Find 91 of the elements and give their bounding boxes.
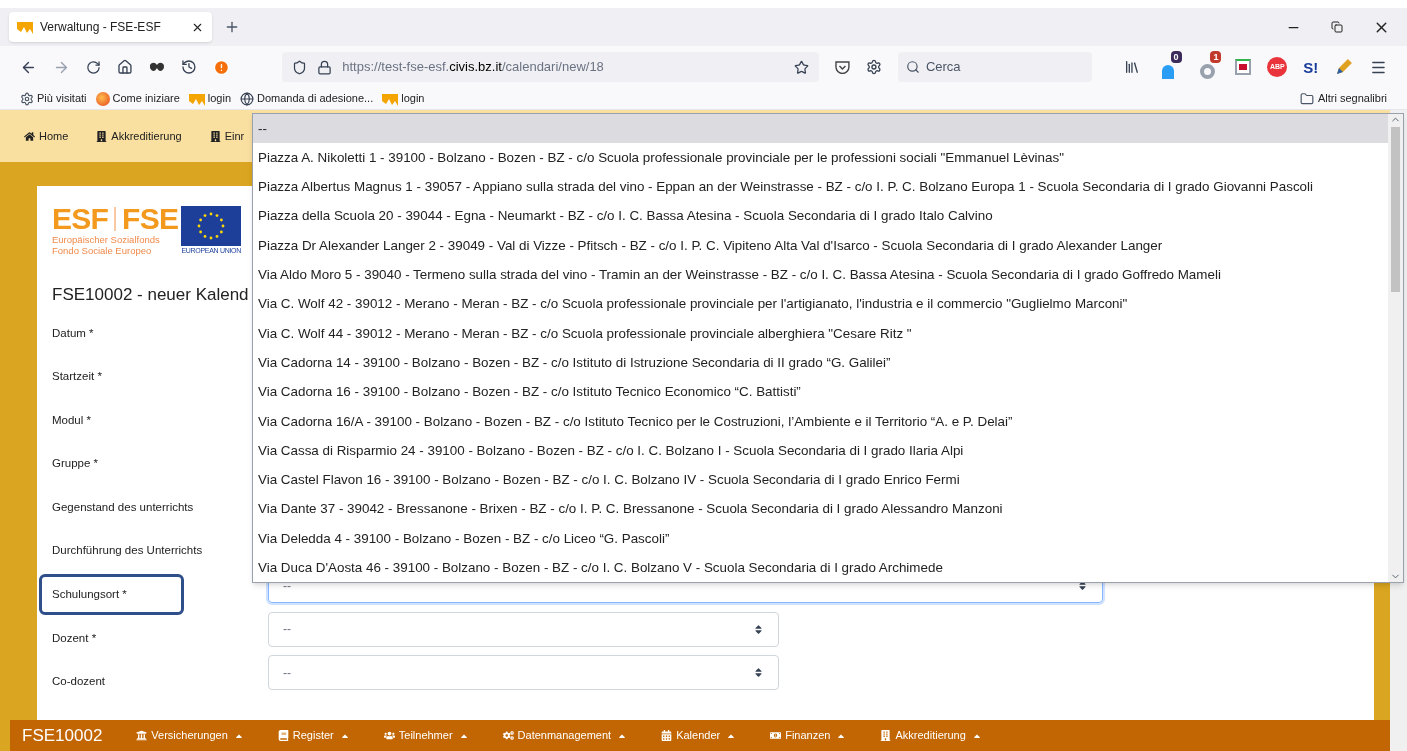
bookmark[interactable]: login (382, 90, 425, 107)
menu-dropup[interactable]: Datenmanagement (502, 727, 628, 744)
building-icon (880, 730, 892, 741)
field-label: Durchführung des Unterrichts (52, 543, 203, 559)
sort-icon (753, 667, 764, 679)
menu-dropup[interactable]: Akkreditierung (880, 727, 982, 744)
alert-icon[interactable] (213, 58, 231, 76)
field-label: Dozent * (52, 630, 97, 646)
page-heading: FSE10002 - neuer Kalend (52, 284, 249, 306)
field-label: Gruppe * (52, 456, 99, 472)
select-field[interactable]: -- (268, 611, 779, 647)
shield-icon (292, 59, 308, 75)
dropdown-option[interactable]: Piazza Albertus Magnus 1 - 39057 - Appiano sulla strada del vino - Eppan an der Weinstrasse - BZ - c/o I. P. C. Bolzano Europa 1 - Scuola Secondaria di I grado Giovanni Pascoli (253, 172, 1388, 202)
field-label: Modul * (52, 412, 91, 428)
banknote-icon (770, 730, 782, 741)
bookmark[interactable]: login (188, 90, 232, 107)
esf-logo-text: ESF FSE (52, 204, 179, 234)
scroll-thumb[interactable] (1391, 127, 1400, 292)
restore-icon[interactable] (1331, 21, 1343, 33)
settings-icon[interactable] (866, 59, 882, 75)
home-icon (24, 130, 35, 142)
logo-subtitle: Europäischer Sozialfonds (52, 234, 161, 245)
gear-icon (20, 91, 34, 106)
mask-icon[interactable] (148, 62, 166, 72)
dropdown-option[interactable]: Via C. Wolf 44 - 39012 - Merano - Meran - BZ - c/o Scuola professionale provinciale alberghiera "Cesare Ritz " (253, 319, 1388, 349)
dropdown-option[interactable]: Via Castel Flavon 16 - 39100 - Bolzano - Bozen - BZ - c/o I. C. Bolzano IV - Scuola Secondaria di I grado Enrico Fermi (253, 465, 1388, 495)
extension-button[interactable]: S! (1303, 59, 1319, 75)
field-label: Schulungsort * (39, 574, 184, 616)
field-label: Gegenstand des unterrichts (52, 499, 194, 515)
search-field[interactable]: Cerca (897, 52, 1092, 82)
new-tab-icon[interactable] (224, 19, 240, 35)
dropdown-option[interactable]: Piazza Dr Alexander Langer 2 - 39049 - Val di Vizze - Pfitsch - BZ - c/o I. P. C. Vipiteno Alta Val d'Isarco - Scuola Secondaria di I grado Alexander Langer (253, 231, 1388, 261)
dropdown-option[interactable]: Via Cassa di Risparmio 24 - 39100 - Bolzano - Bozen - BZ - c/o I. C. Bolzano I - Scuola Secondaria di I grado Ilaria Alpi (253, 436, 1388, 466)
bookmark[interactable]: Come iniziare (95, 90, 180, 107)
bookmark-star-icon[interactable] (794, 59, 810, 75)
users-icon (383, 730, 395, 741)
field-label: Co-dozent (52, 674, 106, 690)
search-icon (905, 60, 920, 74)
logo-subtitle: Fondo Sociale Europeo (52, 245, 153, 256)
dropdown-option[interactable]: Via Deledda 4 - 39100 - Bolzano - Bozen - BZ - c/o Liceo “G. Pascoli” (253, 524, 1388, 554)
dropdown-option[interactable]: Via Dante 37 - 39042 - Bressanone - Brixen - BZ - c/o I. P. C. Bressanone - Scuola Secondaria di I grado Alessandro Manzoni (253, 494, 1388, 525)
address-bar[interactable]: https://test-fse-esf.civis.bz.it/calendari/new/18 (282, 52, 820, 82)
lock-icon (317, 59, 333, 75)
browser-tab[interactable]: Verwaltung - FSE-ESF (9, 12, 212, 42)
library-icon[interactable] (1123, 59, 1140, 75)
dropdown-option[interactable]: Piazza della Scuola 20 - 39044 - Egna - Neumarkt - BZ - c/o I. C. Bassa Atesina - Scuola Secondaria di I grado Italo Calvino (253, 201, 1388, 232)
select-field[interactable]: -- (268, 655, 779, 691)
menu-dropup[interactable]: Kalender (661, 727, 737, 744)
book-icon (277, 730, 289, 741)
globe-icon (240, 91, 255, 106)
menu-dropup[interactable]: Finanzen (770, 727, 847, 744)
dropdown-option[interactable]: Via C. Wolf 42 - 39012 - Merano - Meran - BZ - c/o Scuola professionale provinciale per l'artigianato, l'industria e il commercio "Guglielmo Marconi" (253, 289, 1388, 320)
building-icon (96, 130, 108, 142)
badge: 0 (1170, 51, 1182, 63)
menu-dropup[interactable]: Versicherungen (136, 727, 244, 744)
menu-dropup[interactable]: Teilnehmer (383, 727, 469, 744)
site-logo-icon (382, 91, 399, 106)
dropdown-option[interactable]: Via Cadorna 14 - 39100 - Bolzano - Bozen - BZ - c/o Istituto di Istruzione Secondaria di II grado “G. Galilei” (253, 348, 1388, 378)
building-icon (209, 130, 221, 142)
history-icon[interactable] (181, 59, 198, 75)
brand-text: FSE10002 (22, 724, 103, 747)
scrollbar[interactable] (1388, 114, 1403, 582)
site-logo-icon (188, 91, 205, 106)
home-icon[interactable] (116, 59, 133, 75)
badge: 1 (1210, 51, 1222, 63)
nav-link[interactable]: Home (24, 127, 69, 145)
menu-dropup[interactable]: Register (277, 727, 350, 744)
gears-icon (502, 730, 514, 741)
dropdown-option[interactable]: Via Cadorna 16 - 39100 - Bolzano - Bozen - BZ - c/o Istituto Tecnico Economico “C. Battisti” (253, 377, 1388, 407)
eu-flag-icon (181, 205, 242, 246)
dropdown-option[interactable]: Via Cadorna 16/A - 39100 - Bolzano - Bozen - BZ - c/o Istituto Tecnico per le Costruzioni, l’Ambiente e il Territorio “A. e P. Delai” (253, 406, 1388, 437)
nav-link[interactable]: Akkreditierung (96, 127, 182, 145)
calendar-icon (661, 730, 673, 741)
bank-icon (136, 730, 148, 741)
dropdown-option[interactable]: Via Aldo Moro 5 - 39040 - Termeno sulla strada del vino - Tramin an der Weinstrasse - BZ - c/o I. C. Bassa Atesina - Scuola Secondaria di I grado Goffredo Mameli (253, 260, 1388, 290)
bookmark-folder[interactable]: Altri segnalibri (1299, 90, 1387, 107)
url-text: https://test-fse-esf.civis.bz.it/calendari/new/18 (342, 58, 605, 77)
dropdown-option[interactable]: Piazza A. Nikoletti 1 - 39100 - Bolzano - Bozen - BZ - c/o Scuola professionale provinciale per le professioni sociali "Emmanuel Lèvinas" (253, 143, 1388, 173)
field-label: Datum * (52, 325, 94, 341)
reload-icon[interactable] (85, 59, 101, 75)
site-logo-icon (17, 20, 33, 34)
dropdown-option[interactable]: -- (253, 114, 1388, 144)
bookmark[interactable]: Domanda di adesione... (240, 90, 374, 107)
sort-icon (1077, 580, 1088, 592)
pocket-icon[interactable] (835, 60, 850, 74)
nav-link[interactable]: Einr (209, 127, 245, 145)
extension-icon[interactable] (1235, 59, 1252, 75)
bookmark[interactable]: Più visitati (20, 90, 87, 107)
sort-icon (753, 623, 764, 635)
field-label: Startzeit * (52, 369, 102, 385)
folder-icon (1299, 91, 1314, 106)
